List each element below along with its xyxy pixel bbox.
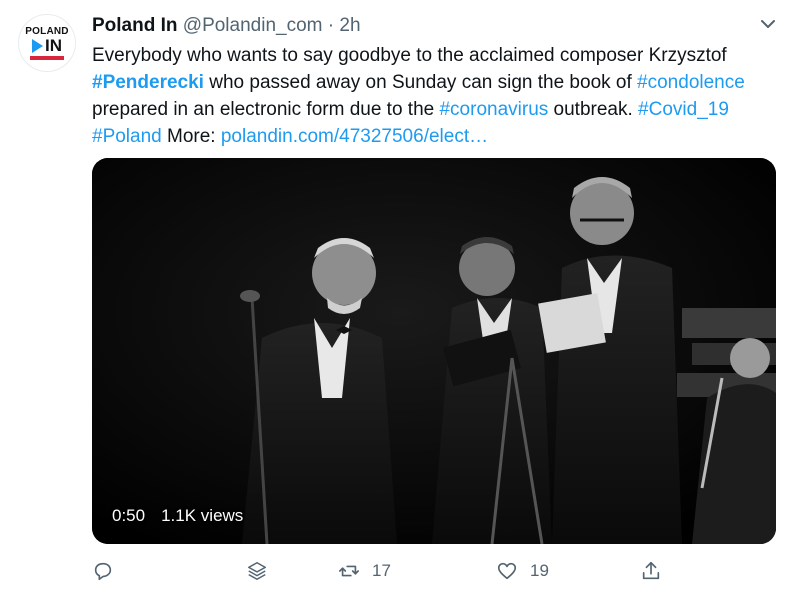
hashtag-poland[interactable]: #Poland xyxy=(92,126,162,147)
layers-icon xyxy=(248,562,266,580)
tweet-line-2-text: who passed away on Sunday can sign the b… xyxy=(203,72,638,93)
more-label: More: xyxy=(161,126,221,147)
video-duration: 0:50 xyxy=(112,506,146,525)
heart-icon xyxy=(497,562,517,580)
avatar-logo-in-text: IN xyxy=(45,36,62,55)
tweet-header: Poland In @Polandin_com · 2h xyxy=(92,14,361,38)
tweet-time[interactable]: 2h xyxy=(339,15,360,36)
tweet-line-2: #Penderecki who passed away on Sunday ca… xyxy=(92,69,782,96)
chevron-down-icon[interactable] xyxy=(758,14,778,34)
video-player[interactable]: 0:50 1.1K views xyxy=(92,158,776,544)
hashtag-coronavirus[interactable]: #coronavirus xyxy=(439,99,548,120)
tweet-actions: 17 19 xyxy=(92,560,692,590)
share-button[interactable] xyxy=(640,560,662,582)
tweet-line-3-mid: outbreak. xyxy=(548,99,639,120)
tweet-line-1: Everybody who wants to say goodbye to th… xyxy=(92,45,727,66)
reply-icon xyxy=(94,562,112,581)
avatar[interactable]: POLAND IN xyxy=(18,14,76,72)
video-views: 1.1K views xyxy=(161,506,244,525)
avatar-logo-bar xyxy=(30,56,64,60)
author-handle[interactable]: @Polandin_com xyxy=(183,15,323,36)
share-icon xyxy=(642,561,660,580)
video-overlay: 0:50 1.1K views xyxy=(112,506,243,526)
header-separator: · xyxy=(327,15,335,36)
video-frame xyxy=(92,158,776,544)
layers-button[interactable] xyxy=(246,560,268,582)
avatar-logo-mark: IN xyxy=(32,37,62,55)
retweet-button[interactable]: 17 xyxy=(338,560,391,582)
hashtag-penderecki[interactable]: #Penderecki xyxy=(92,72,204,93)
hashtag-condolence[interactable]: #condolence xyxy=(637,72,745,93)
tweet-text: Everybody who wants to say goodbye to th… xyxy=(92,42,782,150)
like-button[interactable]: 19 xyxy=(496,560,549,582)
article-link[interactable]: polandin.com/47327506/elect… xyxy=(221,126,488,147)
play-triangle-icon xyxy=(32,39,43,53)
like-count: 19 xyxy=(530,561,549,580)
tweet-line-3-text: prepared in an electronic form due to th… xyxy=(92,99,440,120)
tweet-line-3: prepared in an electronic form due to th… xyxy=(92,96,782,123)
tweet-line-4: #Poland More: polandin.com/47327506/elec… xyxy=(92,123,782,150)
retweet-icon xyxy=(339,565,359,577)
retweet-count: 17 xyxy=(372,561,391,580)
hashtag-covid-19[interactable]: #Covid_19 xyxy=(638,99,729,120)
reply-button[interactable] xyxy=(92,560,114,582)
author-name[interactable]: Poland In xyxy=(92,15,178,36)
